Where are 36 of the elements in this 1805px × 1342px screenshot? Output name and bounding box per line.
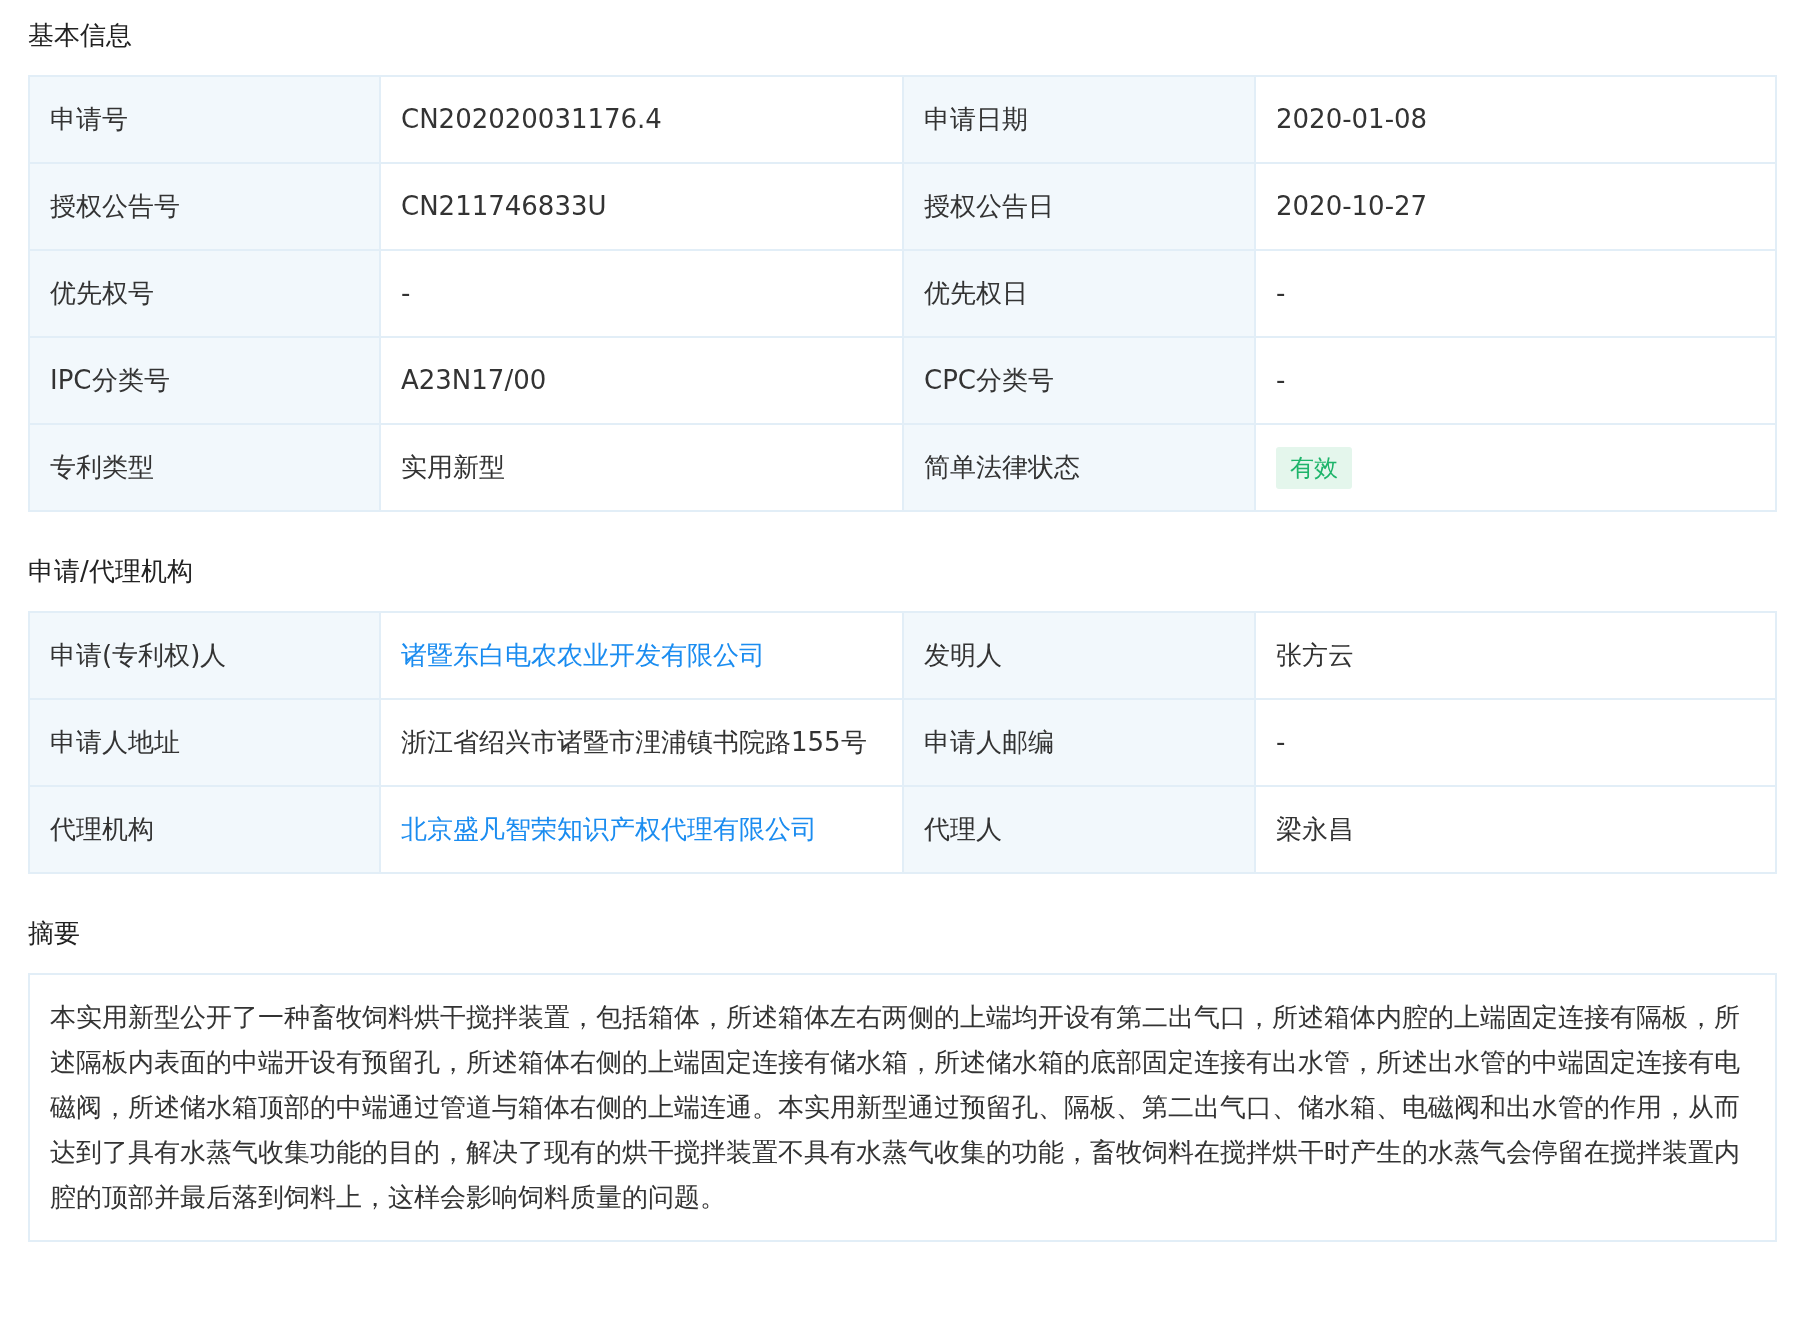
field-value: 实用新型: [401, 451, 505, 484]
field-label: 发明人: [924, 639, 1002, 672]
field-label: 申请人邮编: [924, 726, 1054, 759]
field-value: A23N17/00: [401, 364, 547, 397]
field-label: IPC分类号: [50, 364, 170, 397]
field-label: 专利类型: [50, 451, 154, 484]
field-value: CN211746833U: [401, 190, 607, 223]
field-value: 张方云: [1276, 639, 1354, 672]
company-link[interactable]: 诸暨东白电农农业开发有限公司: [401, 633, 765, 678]
field-value: 2020-01-08: [1276, 103, 1428, 136]
section-title: 基本信息: [28, 19, 133, 52]
field-label: 授权公告日: [924, 190, 1054, 223]
field-label: 优先权号: [50, 277, 154, 310]
company-link[interactable]: 北京盛凡智荣知识产权代理有限公司: [401, 807, 817, 852]
field-value: 浙江省绍兴市诸暨市浬浦镇书院路155号: [401, 726, 867, 759]
field-label: 申请(专利权)人: [50, 639, 227, 672]
field-value: -: [1276, 726, 1286, 759]
section-title: 摘要: [28, 917, 81, 950]
field-label: 简单法律状态: [924, 451, 1080, 484]
field-label: 申请号: [50, 103, 128, 136]
field-value: -: [401, 277, 411, 310]
field-label: 优先权日: [924, 277, 1028, 310]
field-label: 代理机构: [50, 813, 154, 846]
field-label: 代理人: [924, 813, 1002, 846]
field-value: -: [1276, 364, 1286, 397]
field-value: 梁永昌: [1276, 813, 1354, 846]
field-label: 授权公告号: [50, 190, 180, 223]
section-title: 申请/代理机构: [28, 555, 194, 588]
field-value: CN202020031176.4: [401, 103, 662, 136]
field-label: 申请人地址: [50, 726, 180, 759]
field-label: 申请日期: [924, 103, 1028, 136]
status-badge: 有效: [1276, 446, 1352, 489]
abstract-text: 本实用新型公开了一种畜牧饲料烘干搅拌装置，包括箱体，所述箱体左右两侧的上端均开设有第二出气口，所述箱体内腔的上端固定连接有隔板，所述隔板内表面的中端开设有预留孔，所述箱体右侧的上端固定连接有储水箱，所述储水箱的底部固定连接有出水管，所述出水管的中端固定连接有电磁阀，所述储水箱顶部的中端通过管道与箱体右侧的上端连通。本实用新型通过预留孔、隔板、第二出气口、储水箱、电磁阀和出水管的作用，从而达到了具有水蒸气收集功能的目的，解决了现有的烘干搅拌装置不具有水蒸气收集的功能，畜牧饲料在搅拌烘干时产生的水蒸气会停留在搅拌装置内腔的顶部并最后落到饲料上，这样会影响饲料质量的问题。: [28, 973, 1777, 1242]
field-value: 2020-10-27: [1276, 190, 1428, 223]
field-label: CPC分类号: [924, 364, 1054, 397]
field-value: -: [1276, 277, 1286, 310]
